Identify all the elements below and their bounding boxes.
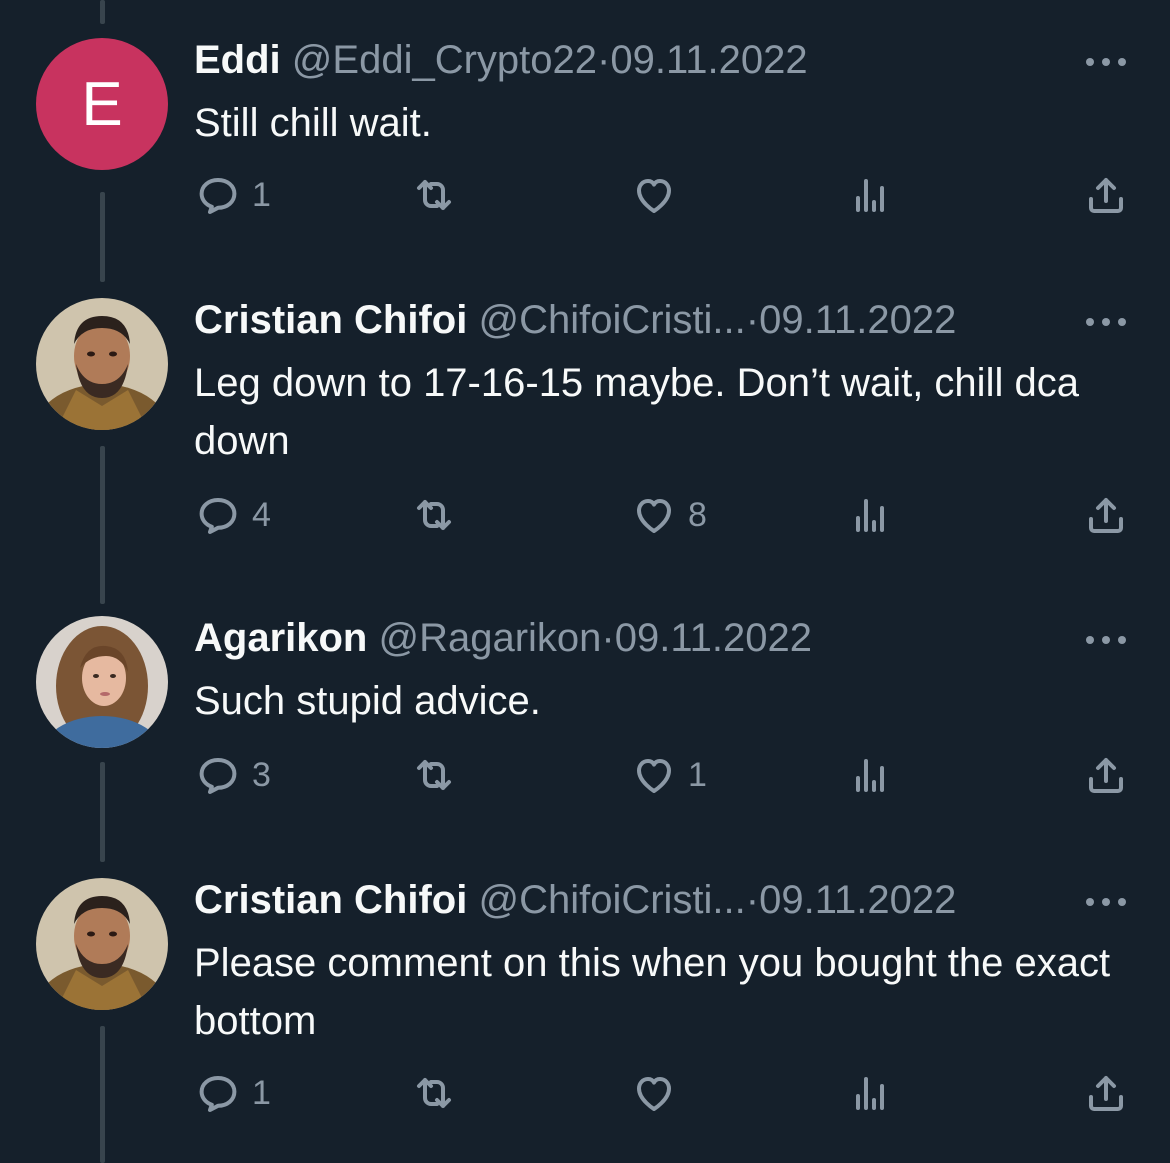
tweet-header: Cristian Chifoi @ChifoiCristi...·09.11.2… bbox=[194, 878, 1074, 922]
user-handle[interactable]: @Eddi_Crypto22 bbox=[292, 38, 597, 82]
tweet-header: Agarikon @Ragarikon·09.11.2022 bbox=[194, 616, 1074, 660]
avatar-portrait-image bbox=[36, 616, 168, 748]
tweet-actions: 4 8 bbox=[0, 490, 1170, 540]
user-handle[interactable]: @ChifoiCristi... bbox=[478, 298, 745, 342]
tweet-actions: 1 bbox=[0, 1068, 1170, 1118]
tweet-date[interactable]: 09.11.2022 bbox=[759, 878, 956, 922]
heart-icon bbox=[637, 759, 671, 793]
tweet-header: Eddi @Eddi_Crypto22·09.11.2022 bbox=[194, 38, 1074, 82]
tweet-text: Still chill wait. bbox=[194, 101, 432, 145]
like-count: 8 bbox=[688, 495, 707, 534]
tweet-text: Such stupid advice. bbox=[194, 679, 541, 723]
share-button[interactable] bbox=[1082, 490, 1130, 540]
user-handle[interactable]: @Ragarikon bbox=[378, 616, 601, 660]
reply-count: 1 bbox=[252, 175, 271, 214]
display-name[interactable]: Eddi bbox=[194, 38, 281, 82]
like-button[interactable] bbox=[630, 1068, 688, 1118]
views-icon bbox=[856, 179, 884, 212]
display-name[interactable]: Cristian Chifoi bbox=[194, 298, 467, 342]
reply-icon bbox=[199, 758, 237, 794]
views-button[interactable] bbox=[846, 1068, 894, 1118]
display-name[interactable]: Cristian Chifoi bbox=[194, 878, 467, 922]
separator-dot: · bbox=[601, 616, 615, 660]
retweet-icon bbox=[417, 180, 451, 210]
more-icon[interactable] bbox=[1084, 892, 1128, 912]
reply-button[interactable]: 4 bbox=[194, 490, 271, 540]
more-icon[interactable] bbox=[1084, 52, 1128, 72]
retweet-button[interactable] bbox=[410, 750, 468, 800]
avatar[interactable] bbox=[36, 878, 168, 1010]
heart-icon bbox=[637, 499, 671, 533]
share-icon bbox=[1089, 758, 1123, 793]
more-icon[interactable] bbox=[1084, 312, 1128, 332]
share-button[interactable] bbox=[1082, 750, 1130, 800]
separator-dot: · bbox=[597, 38, 611, 82]
reply-count: 1 bbox=[252, 1073, 271, 1112]
avatar-portrait-image bbox=[36, 298, 168, 430]
reply-icon bbox=[199, 1076, 237, 1112]
reply-icon bbox=[199, 178, 237, 214]
heart-icon bbox=[637, 1077, 671, 1111]
like-button[interactable]: 1 bbox=[630, 750, 707, 800]
separator-dot: · bbox=[745, 298, 760, 342]
views-button[interactable] bbox=[846, 170, 894, 220]
tweet-date[interactable]: 09.11.2022 bbox=[759, 298, 956, 342]
more-icon[interactable] bbox=[1084, 630, 1128, 650]
views-icon bbox=[856, 1077, 884, 1110]
reply-count: 4 bbox=[252, 495, 271, 534]
thread-line bbox=[100, 0, 105, 24]
tweet-text: Leg down to 17-16-15 maybe. Don’t wait, … bbox=[194, 361, 1079, 463]
display-name[interactable]: Agarikon bbox=[194, 616, 367, 660]
retweet-button[interactable] bbox=[410, 490, 468, 540]
reply-button[interactable]: 1 bbox=[194, 170, 271, 220]
avatar-letter: E bbox=[81, 69, 123, 139]
share-icon bbox=[1089, 498, 1123, 533]
views-icon bbox=[856, 759, 884, 792]
retweet-icon bbox=[417, 1078, 451, 1108]
views-icon bbox=[856, 499, 884, 532]
share-button[interactable] bbox=[1082, 170, 1130, 220]
like-button[interactable]: 8 bbox=[630, 490, 707, 540]
retweet-button[interactable] bbox=[410, 170, 468, 220]
share-icon bbox=[1089, 178, 1123, 213]
separator-dot: · bbox=[745, 878, 760, 922]
avatar[interactable]: E bbox=[36, 38, 168, 170]
tweet-date[interactable]: 09.11.2022 bbox=[615, 616, 812, 660]
avatar[interactable] bbox=[36, 616, 168, 748]
user-handle[interactable]: @ChifoiCristi... bbox=[478, 878, 745, 922]
avatar[interactable] bbox=[36, 298, 168, 430]
reply-button[interactable]: 1 bbox=[194, 1068, 271, 1118]
tweet-date[interactable]: 09.11.2022 bbox=[610, 38, 807, 82]
retweet-button[interactable] bbox=[410, 1068, 468, 1118]
like-count: 1 bbox=[688, 755, 707, 794]
reply-icon bbox=[199, 498, 237, 534]
retweet-icon bbox=[417, 500, 451, 530]
tweet-actions: 3 1 bbox=[0, 750, 1170, 800]
views-button[interactable] bbox=[846, 490, 894, 540]
avatar-portrait-image bbox=[36, 878, 168, 1010]
tweet-text: Please comment on this when you bought t… bbox=[194, 941, 1111, 1043]
heart-icon bbox=[637, 179, 671, 213]
tweet-actions: 1 bbox=[0, 170, 1170, 220]
share-icon bbox=[1089, 1076, 1123, 1111]
share-button[interactable] bbox=[1082, 1068, 1130, 1118]
views-button[interactable] bbox=[846, 750, 894, 800]
retweet-icon bbox=[417, 760, 451, 790]
tweet-header: Cristian Chifoi @ChifoiCristi...·09.11.2… bbox=[194, 298, 1074, 342]
reply-count: 3 bbox=[252, 755, 271, 794]
like-button[interactable] bbox=[630, 170, 688, 220]
reply-button[interactable]: 3 bbox=[194, 750, 271, 800]
